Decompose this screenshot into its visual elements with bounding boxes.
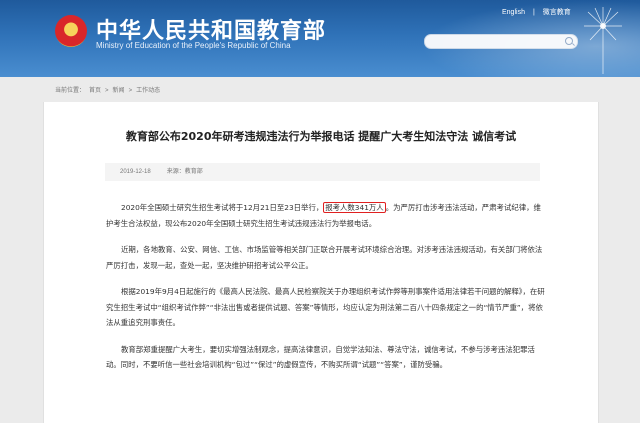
site-header: 中华人民共和国教育部 Ministry of Education of the … [0, 0, 640, 77]
breadcrumb-work-news[interactable]: 工作动态 [136, 88, 160, 94]
link-separator: | [532, 9, 535, 16]
paragraph: 教育部郑重提醒广大考生，要切实增强法制观念，提高法律意识，自觉学法知法、尊法守法… [106, 344, 535, 370]
breadcrumb: 当前位置： 首页 > 新闻 > 工作动态 [55, 85, 164, 94]
site-subtitle: Ministry of Education of the People's Re… [96, 41, 291, 50]
search-icon[interactable] [565, 37, 573, 45]
article-panel: 教育部公布2020年研考违规违法行为举报电话 提醒广大考生知法守法 诚信考试 2… [43, 102, 599, 423]
p1-before: 2020年全国硕士研究生招生考试将于12月21日至23日举行， [121, 203, 324, 212]
breadcrumb-home[interactable]: 首页 [89, 88, 101, 94]
breadcrumb-separator: > [105, 88, 109, 94]
article-date: 2019-12-18 [120, 169, 151, 175]
paragraph: 根据2019年9月4日起施行的《最高人民法院、最高人民检察院关于办理组织考试作弊… [106, 287, 545, 327]
dandelion-icon [584, 7, 622, 74]
english-link[interactable]: English [502, 9, 525, 16]
national-emblem-icon [55, 15, 87, 47]
top-links: English | 微言教育 [502, 7, 571, 17]
search-input[interactable] [424, 34, 578, 49]
weiyan-link[interactable]: 微言教育 [543, 7, 571, 17]
article-title: 教育部公布2020年研考违规违法行为举报电话 提醒广大考生知法守法 诚信考试 [125, 130, 517, 143]
article-body: 2020年全国硕士研究生招生考试将于12月21日至23日举行， 报考人数341万人… [106, 200, 546, 384]
breadcrumb-news[interactable]: 新闻 [113, 88, 125, 94]
highlighted-applicants: 报考人数341万人 [323, 202, 386, 213]
paragraph: 近期，各地教育、公安、网信、工信、市场监管等相关部门正联合开展考试环境综合治理。… [106, 245, 543, 270]
paragraph: 2020年全国硕士研究生招生考试将于12月21日至23日举行， 报考人数341万人… [106, 200, 546, 231]
breadcrumb-label: 当前位置： [55, 88, 86, 94]
article-meta: 2019-12-18 来源：教育部 [105, 163, 540, 181]
breadcrumb-separator: > [128, 88, 133, 94]
article-source: 来源：教育部 [166, 169, 203, 175]
